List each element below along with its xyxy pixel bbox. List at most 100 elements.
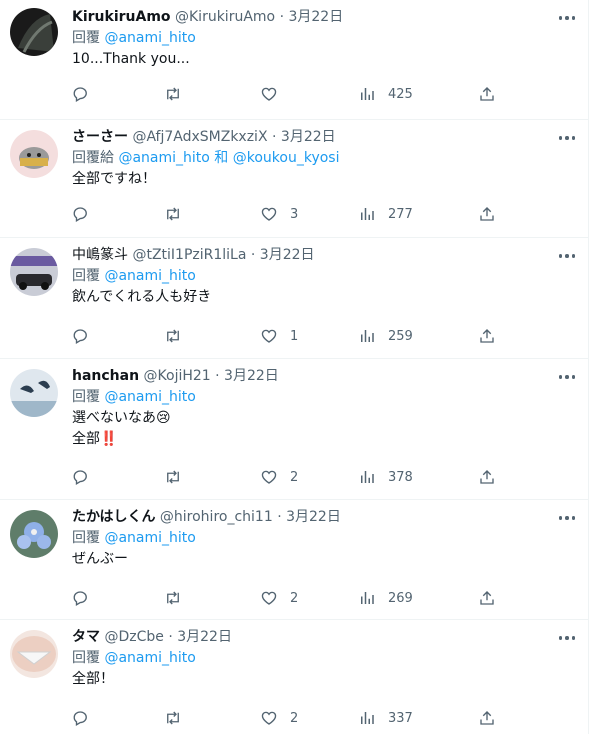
display-name[interactable]: 中嶋篆斗	[72, 247, 128, 263]
tweet-text: 10...Thank you...	[72, 51, 190, 67]
user-handle[interactable]: @Afj7AdxSMZkxziX	[132, 129, 267, 145]
avatar[interactable]	[10, 510, 58, 558]
tweet-date[interactable]: 3月22日	[281, 129, 336, 145]
tweet-actions: 2 269	[72, 588, 572, 608]
share-button[interactable]	[478, 84, 496, 104]
tweet-date[interactable]: 3月22日	[288, 9, 343, 25]
like-icon	[261, 470, 277, 484]
views-icon	[361, 712, 374, 724]
tweet[interactable]: hanchan @KojiH21 · 3月22日 回覆 @anami_hito …	[0, 359, 588, 500]
avatar[interactable]	[10, 8, 58, 56]
retweet-button[interactable]	[164, 84, 182, 104]
more-icon[interactable]	[552, 628, 582, 648]
separator-dot: ·	[277, 509, 282, 525]
mention-link[interactable]: @anami_hito	[104, 30, 195, 46]
like-button[interactable]: 1	[260, 326, 298, 346]
reply-button[interactable]	[72, 204, 90, 224]
user-handle[interactable]: @DzCbe	[104, 629, 163, 645]
reply-button[interactable]	[72, 326, 90, 346]
views-button[interactable]: 259	[358, 326, 413, 346]
separator-dot: ·	[215, 368, 220, 384]
share-button[interactable]	[478, 588, 496, 608]
more-icon[interactable]	[552, 246, 582, 266]
mention-link[interactable]: @anami_hito	[104, 389, 195, 405]
tweet[interactable]: タマ @DzCbe · 3月22日 回覆 @anami_hito 全部！ 2 3…	[0, 620, 588, 734]
user-handle[interactable]: @KirukiruAmo	[175, 9, 275, 25]
display-name[interactable]: KirukiruAmo	[72, 9, 171, 25]
views-button[interactable]: 337	[358, 708, 413, 728]
share-button[interactable]	[478, 326, 496, 346]
avatar[interactable]	[10, 248, 58, 296]
reply-prefix: 回覆	[72, 268, 100, 284]
reply-prefix: 回覆	[72, 530, 100, 546]
retweet-icon	[167, 711, 179, 725]
more-icon[interactable]	[552, 128, 582, 148]
mention-link[interactable]: @anami_hito	[104, 650, 195, 666]
mention-link[interactable]: @anami_hito	[104, 268, 195, 284]
tweet[interactable]: 中嶋篆斗 @tZtiI1PziR1liLa · 3月22日 回覆 @anami_…	[0, 238, 588, 359]
reply-button[interactable]	[72, 467, 90, 487]
display-name[interactable]: タマ	[72, 629, 100, 645]
user-handle[interactable]: @tZtiI1PziR1liLa	[132, 247, 246, 263]
avatar[interactable]	[10, 369, 58, 417]
separator-dot: ·	[168, 629, 173, 645]
reply-button[interactable]	[72, 84, 90, 104]
avatar[interactable]	[10, 630, 58, 678]
views-button[interactable]: 269	[358, 588, 413, 608]
tweet-date[interactable]: 3月22日	[286, 509, 341, 525]
views-icon	[361, 330, 374, 342]
tweet-text-line-2: 全部‼️	[72, 431, 118, 447]
tweet[interactable]: たかはしくん @hirohiro_chi11 · 3月22日 回覆 @anami…	[0, 500, 588, 620]
more-icon[interactable]	[552, 367, 582, 387]
retweet-button[interactable]	[164, 467, 182, 487]
tweet[interactable]: KirukiruAmo @KirukiruAmo · 3月22日 回覆 @ana…	[0, 0, 588, 120]
views-button[interactable]: 378	[358, 467, 413, 487]
more-icon[interactable]	[552, 508, 582, 528]
share-button[interactable]	[478, 708, 496, 728]
tweet-actions: 1 259	[72, 326, 572, 346]
tweet[interactable]: さーさー @Afj7AdxSMZkxziX · 3月22日 回覆給 @anami…	[0, 120, 588, 238]
display-name[interactable]: hanchan	[72, 368, 139, 384]
reply-icon	[73, 87, 87, 102]
tweet-date[interactable]: 3月22日	[260, 247, 315, 263]
user-handle[interactable]: @KojiH21	[144, 368, 211, 384]
view-count: 337	[388, 710, 413, 726]
views-icon	[361, 471, 374, 483]
view-count: 259	[388, 328, 413, 344]
tweet-text: 全部ですね！	[72, 171, 156, 187]
more-icon[interactable]	[552, 8, 582, 28]
mention-link[interactable]: @anami_hito	[118, 150, 209, 166]
retweet-button[interactable]	[164, 588, 182, 608]
display-name[interactable]: さーさー	[72, 129, 128, 145]
tweet-date[interactable]: 3月22日	[224, 368, 279, 384]
user-handle[interactable]: @hirohiro_chi11	[160, 509, 273, 525]
views-button[interactable]: 425	[358, 84, 413, 104]
like-icon	[261, 207, 277, 221]
tweet-text: 選べないなあ😢	[72, 410, 171, 426]
display-name[interactable]: たかはしくん	[72, 509, 155, 525]
like-button[interactable]: 2	[260, 467, 298, 487]
tweet-text: 飲んでくれる人も好き	[72, 289, 212, 305]
tweet-date[interactable]: 3月22日	[177, 629, 232, 645]
reply-button[interactable]	[72, 588, 90, 608]
mention-link-2[interactable]: @koukou_kyosi	[233, 150, 340, 166]
like-count: 1	[290, 328, 299, 344]
reply-prefix: 回覆	[72, 30, 100, 46]
retweet-button[interactable]	[164, 204, 182, 224]
retweet-button[interactable]	[164, 708, 182, 728]
retweet-icon	[167, 591, 179, 605]
share-icon	[480, 87, 494, 101]
share-button[interactable]	[478, 467, 496, 487]
reply-button[interactable]	[72, 708, 90, 728]
retweet-button[interactable]	[164, 326, 182, 346]
like-button[interactable]: 2	[260, 708, 298, 728]
share-button[interactable]	[478, 204, 496, 224]
views-button[interactable]: 277	[358, 204, 413, 224]
like-button[interactable]: 2	[260, 588, 298, 608]
retweet-icon	[167, 470, 179, 484]
like-button[interactable]	[260, 84, 290, 104]
avatar[interactable]	[10, 130, 58, 178]
like-icon	[261, 711, 277, 725]
mention-link[interactable]: @anami_hito	[104, 530, 195, 546]
like-button[interactable]: 3	[260, 204, 298, 224]
